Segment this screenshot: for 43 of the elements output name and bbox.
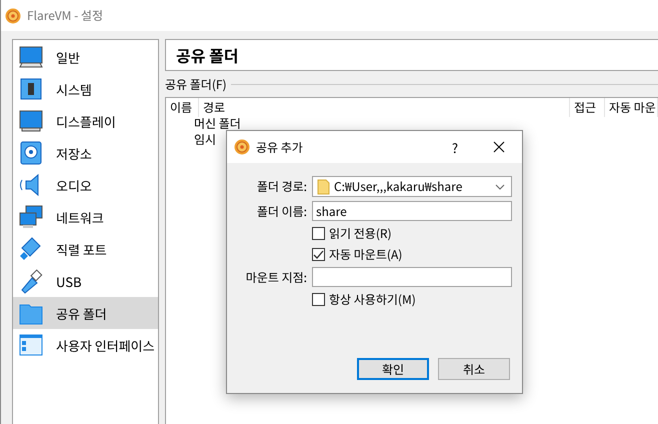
sidebar-item[interactable]: 디스플레이 bbox=[13, 105, 158, 137]
monitor-icon bbox=[18, 108, 44, 134]
column-header[interactable]: 접근 bbox=[570, 98, 605, 117]
sidebar-item[interactable]: 저장소 bbox=[13, 137, 158, 169]
field-label: 폴더 이름: bbox=[256, 202, 307, 220]
checkmark-icon bbox=[313, 249, 324, 260]
sidebar-item[interactable]: 네트워크 bbox=[13, 201, 158, 233]
sidebar-item[interactable]: 직렬 포트 bbox=[13, 233, 158, 265]
network-icon bbox=[18, 204, 44, 230]
group-label: 공유 폴더(F) bbox=[165, 76, 227, 92]
sidebar-item[interactable]: 오디오 bbox=[13, 169, 158, 201]
chevron-down-icon bbox=[495, 184, 505, 190]
dialog-button[interactable]: 취소 bbox=[438, 358, 510, 380]
field-label: 마운트 지점: bbox=[244, 268, 307, 286]
tree-item[interactable]: 머신 폴더 bbox=[194, 115, 241, 132]
sidebar-item[interactable]: 공유 폴더 bbox=[13, 297, 158, 329]
sidebar-item[interactable]: USB bbox=[13, 265, 158, 297]
app-icon bbox=[5, 8, 21, 24]
sidebar-item[interactable]: 일반 bbox=[13, 41, 158, 73]
path-combo[interactable]: C:₩User,,,kakaru₩share bbox=[312, 176, 512, 197]
tree-item[interactable]: 임시 bbox=[194, 131, 216, 148]
input-field[interactable]: share bbox=[312, 201, 512, 221]
dialog-title: 공유 추가 bbox=[256, 138, 304, 156]
monitor-icon bbox=[18, 44, 44, 70]
checkbox[interactable]: 자동 마운트(A) bbox=[312, 246, 512, 263]
column-header[interactable]: 자동 마운 bbox=[605, 98, 658, 117]
folder-icon bbox=[317, 178, 330, 194]
checkbox[interactable]: 항상 사용하기(M) bbox=[312, 291, 512, 308]
window-icon bbox=[18, 332, 44, 358]
checkbox[interactable]: 읽기 전용(R) bbox=[312, 225, 512, 242]
sidebar-item[interactable]: 시스템 bbox=[13, 73, 158, 105]
column-header[interactable]: 경로 bbox=[199, 98, 570, 117]
input-field[interactable] bbox=[312, 267, 512, 287]
page-title: 공유 폴더 bbox=[165, 39, 658, 71]
window-title: FlareVM - 설정 bbox=[27, 7, 104, 24]
column-header[interactable]: 이름 bbox=[166, 98, 199, 117]
dialog-button[interactable]: 확인 bbox=[357, 358, 429, 380]
app-icon bbox=[234, 139, 250, 155]
sidebar-item[interactable]: 사용자 인터페이스 bbox=[13, 329, 158, 361]
chip-icon bbox=[18, 76, 44, 102]
help-button[interactable]: ? bbox=[440, 138, 470, 156]
close-icon bbox=[493, 141, 505, 153]
field-label: 폴더 경로: bbox=[256, 178, 307, 195]
